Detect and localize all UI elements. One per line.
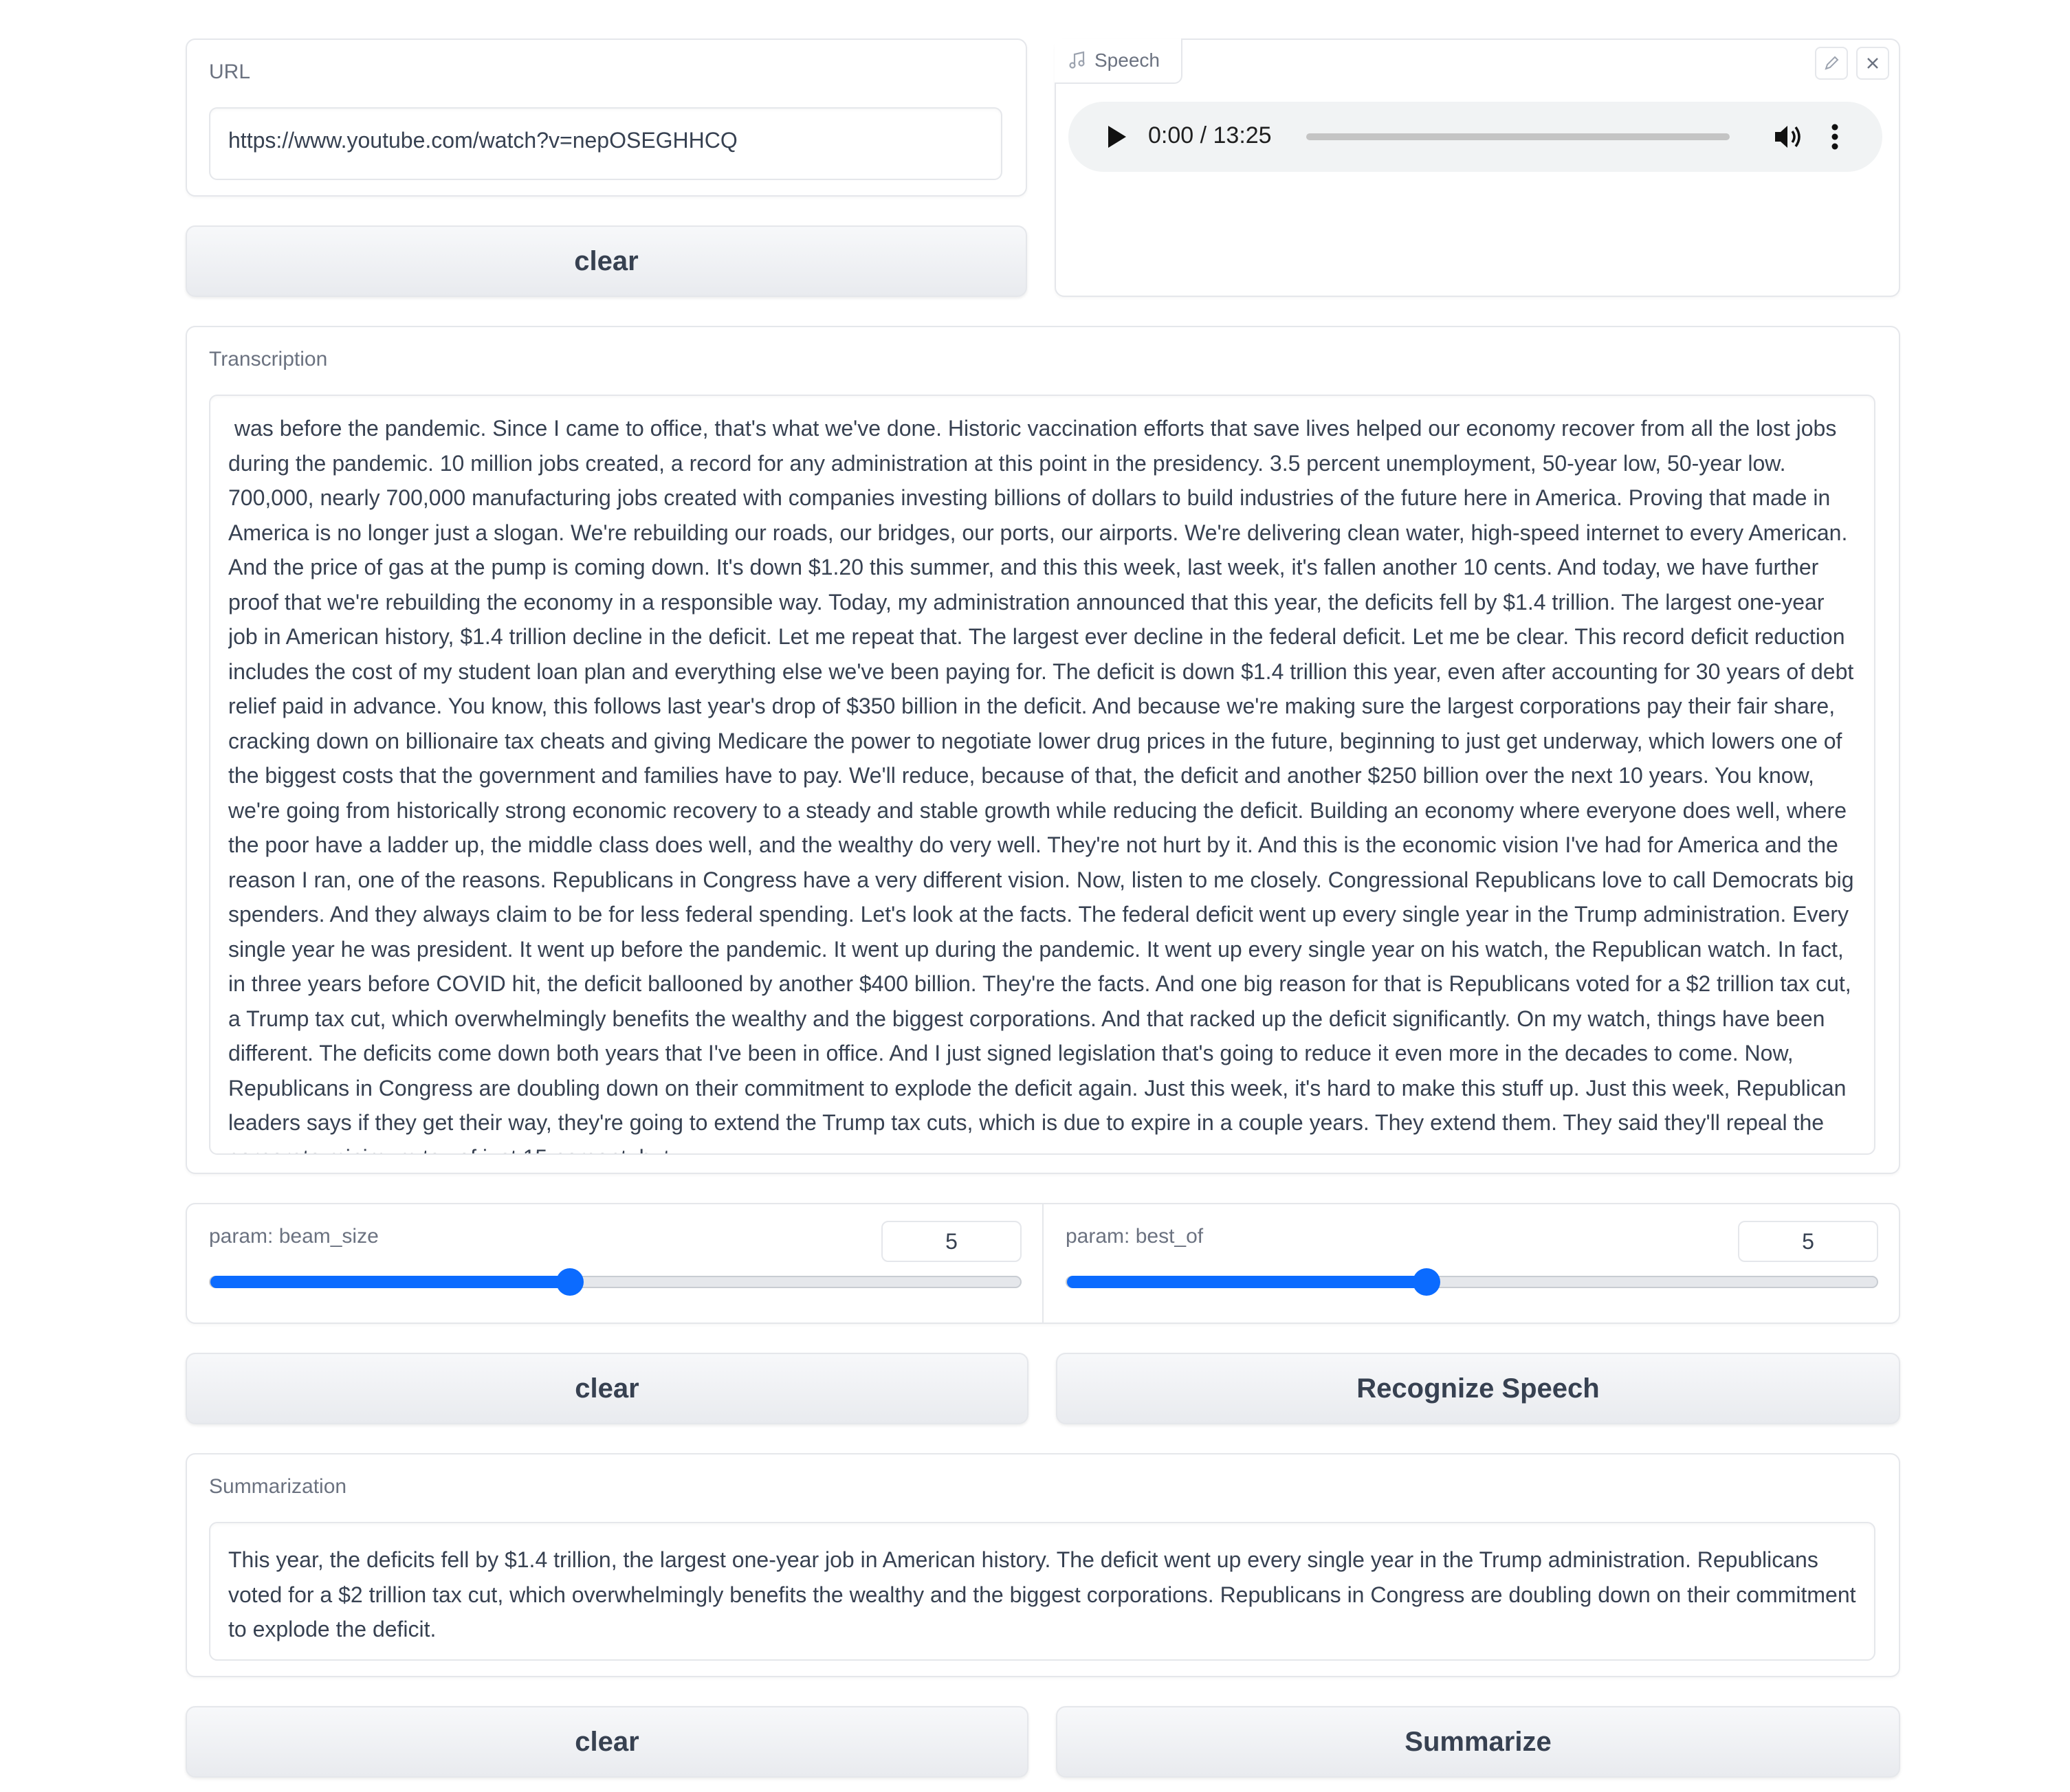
beam-size-number-input[interactable]: 5 bbox=[881, 1221, 1022, 1262]
best-of-number-input[interactable]: 5 bbox=[1738, 1221, 1878, 1262]
summarization-panel: Summarization This year, the deficits fe… bbox=[186, 1453, 1900, 1677]
audio-time: 0:00 / 13:25 bbox=[1148, 122, 1272, 148]
music-note-icon bbox=[1069, 51, 1085, 69]
speech-label-text: Speech bbox=[1094, 49, 1160, 71]
recognize-speech-button[interactable]: Recognize Speech bbox=[1056, 1353, 1900, 1424]
url-clear-button[interactable]: clear bbox=[186, 225, 1027, 297]
audio-progress-track[interactable] bbox=[1306, 133, 1730, 140]
transcription-panel: Transcription was before the pandemic. S… bbox=[186, 326, 1900, 1174]
more-vertical-icon[interactable] bbox=[1830, 123, 1840, 151]
beam-size-slider-fill bbox=[210, 1276, 571, 1288]
url-input[interactable]: https://www.youtube.com/watch?v=nepOSEGH… bbox=[209, 107, 1002, 180]
params-panel: param: beam_size 5 param: best_of 5 bbox=[186, 1203, 1900, 1324]
best-of-label: param: best_of bbox=[1066, 1225, 1204, 1248]
panel-divider bbox=[1042, 1204, 1044, 1323]
speech-audio-label: Speech bbox=[1055, 38, 1182, 84]
close-icon bbox=[1867, 58, 1878, 69]
summarization-text: This year, the deficits fell by $1.4 tri… bbox=[228, 1547, 1856, 1641]
best-of-slider[interactable] bbox=[1066, 1268, 1878, 1296]
transcription-label: Transcription bbox=[209, 348, 328, 370]
beam-size-slider-thumb[interactable] bbox=[556, 1268, 584, 1296]
clear-audio-button[interactable] bbox=[1856, 47, 1889, 80]
beam-size-slider[interactable] bbox=[209, 1268, 1022, 1296]
volume-icon[interactable] bbox=[1774, 123, 1805, 151]
summary-clear-button[interactable]: clear bbox=[186, 1706, 1028, 1778]
summarization-label: Summarization bbox=[209, 1475, 347, 1498]
transcription-textarea[interactable]: was before the pandemic. Since I came to… bbox=[209, 395, 1875, 1155]
summarize-button[interactable]: Summarize bbox=[1056, 1706, 1900, 1778]
transcription-clear-button[interactable]: clear bbox=[186, 1353, 1028, 1424]
edit-audio-button[interactable] bbox=[1815, 47, 1848, 80]
url-label: URL bbox=[209, 60, 251, 83]
beam-size-label: param: beam_size bbox=[209, 1225, 379, 1248]
play-icon[interactable] bbox=[1105, 124, 1129, 149]
url-panel: URL https://www.youtube.com/watch?v=nepO… bbox=[186, 38, 1027, 197]
pencil-icon bbox=[1825, 56, 1839, 70]
best-of-slider-thumb[interactable] bbox=[1413, 1268, 1441, 1296]
audio-player: 0:00 / 13:25 bbox=[1068, 102, 1882, 172]
transcription-text: was before the pandemic. Since I came to… bbox=[228, 416, 1854, 1153]
best-of-slider-fill bbox=[1067, 1276, 1427, 1288]
summarization-textarea[interactable]: This year, the deficits fell by $1.4 tri… bbox=[209, 1522, 1875, 1661]
url-input-value: https://www.youtube.com/watch?v=nepOSEGH… bbox=[228, 128, 738, 153]
